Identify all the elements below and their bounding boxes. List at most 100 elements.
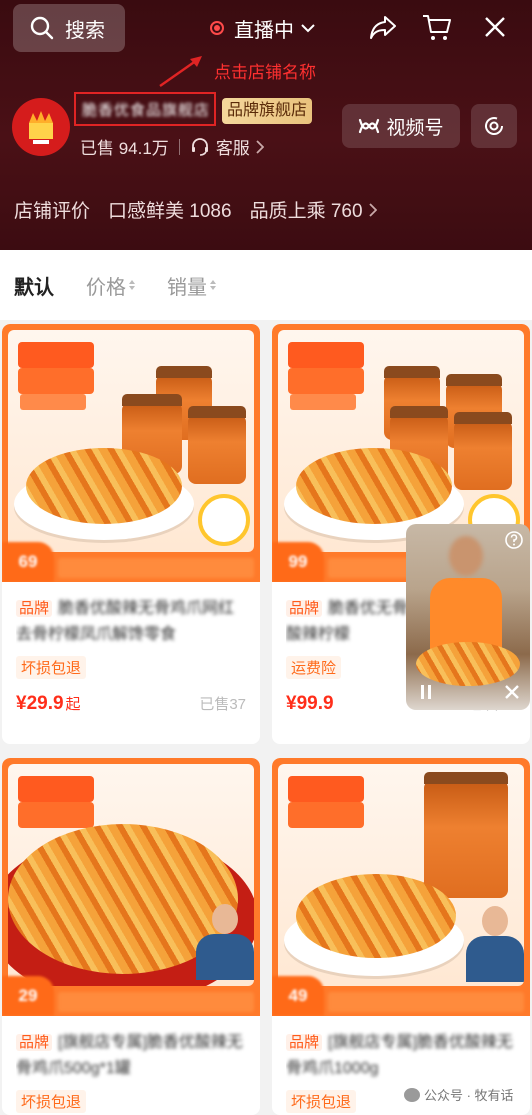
brand-tag: 品牌	[286, 600, 323, 617]
follow-icon	[485, 117, 503, 135]
product-price: ¥99.9	[286, 693, 336, 715]
shop-name-link[interactable]: 脆香优食品旗舰店	[74, 92, 216, 126]
live-status[interactable]: 直播中	[210, 12, 316, 44]
close-video-button[interactable]	[502, 682, 522, 702]
service-tag: 坏损包退	[16, 656, 87, 679]
cart-button[interactable]	[420, 10, 454, 44]
product-card[interactable]: 29 品牌 [旗舰店专属]脆香优酸辣无骨鸡爪500g*1罐 坏损包退	[2, 758, 260, 1115]
product-card[interactable]: 49 品牌 [旗舰店专属]脆香优酸辣无骨鸡爪1000g 坏损包退	[272, 758, 530, 1115]
jar-image	[188, 406, 246, 484]
promo-tag	[18, 802, 94, 828]
image-price-chip: 99	[272, 542, 324, 582]
search-label: 搜索	[65, 19, 105, 42]
product-title[interactable]: 品牌 [旗舰店专属]脆香优酸辣无骨鸡爪500g*1罐	[16, 1030, 246, 1082]
pause-button[interactable]	[416, 682, 436, 702]
image-banner	[328, 992, 524, 1012]
sort-default[interactable]: 默认	[14, 271, 54, 300]
image-banner	[58, 558, 254, 578]
price-suffix: 起	[65, 696, 81, 713]
promo-tag	[288, 342, 364, 368]
divider	[178, 138, 180, 155]
jar-image	[424, 772, 508, 898]
annotation-arrow-icon	[159, 56, 202, 87]
sort-price-label: 价格	[86, 276, 126, 299]
image-banner	[58, 992, 254, 1012]
image-bg	[278, 764, 524, 986]
shop-logo[interactable]	[12, 98, 70, 156]
product-info: 品牌 脆香优酸辣无骨鸡爪网红去骨柠檬凤爪解馋零食 坏损包退 ¥29.9 起 已售37	[2, 582, 260, 725]
video-channel-button[interactable]: 视频号	[342, 104, 460, 148]
image-price-chip: 69	[2, 542, 54, 582]
search-button[interactable]: 搜索	[13, 4, 125, 52]
promo-tag	[20, 394, 86, 410]
price-value: ¥29.9	[16, 693, 64, 714]
search-icon	[30, 16, 54, 40]
follow-button[interactable]	[471, 104, 517, 148]
product-image[interactable]: 49	[272, 758, 530, 1016]
brand-tag: 品牌	[16, 1034, 53, 1051]
floating-live-video[interactable]	[406, 524, 530, 710]
customer-service-link[interactable]: 客服	[190, 134, 264, 159]
live-dot-icon	[210, 21, 224, 35]
sort-arrows-icon	[210, 280, 216, 290]
cart-icon	[423, 15, 451, 40]
brand-tag: 品牌	[286, 1034, 323, 1051]
video-channel-label: 视频号	[386, 117, 444, 139]
help-icon[interactable]	[504, 530, 524, 550]
customer-service-label: 客服	[215, 139, 250, 158]
sort-sales[interactable]: 销量	[167, 271, 216, 300]
service-tag: 坏损包退	[16, 1090, 87, 1113]
price-row: ¥29.9 起 已售37	[16, 693, 246, 715]
sold-count: 已售 94.1万	[80, 139, 169, 158]
food-image	[296, 448, 452, 524]
annotation-text: 点击店铺名称	[214, 63, 316, 82]
close-icon	[505, 685, 519, 699]
watermark-text: 公众号 · 牧有话	[424, 1088, 514, 1103]
sort-sales-label: 销量	[167, 276, 207, 299]
product-info: 品牌 [旗舰店专属]脆香优酸辣无骨鸡爪500g*1罐 坏损包退	[2, 1016, 260, 1115]
rating-taste: 口感鲜美 1086	[108, 201, 232, 222]
service-tag: 运费险	[286, 656, 342, 679]
share-button[interactable]	[366, 10, 400, 44]
promo-tag	[288, 776, 364, 802]
sort-default-label: 默认	[14, 276, 54, 299]
service-tag: 坏损包退	[286, 1090, 357, 1113]
sold-count: 已售37	[199, 696, 246, 713]
chevron-right-icon	[256, 139, 264, 154]
share-icon	[370, 16, 396, 39]
logo-icon	[29, 111, 53, 144]
live-label: 直播中	[234, 19, 294, 42]
sort-price[interactable]: 价格	[86, 271, 135, 300]
shop-header: 搜索 直播中 点击店铺名称 脆香优食品旗舰店 品牌旗舰店 已售 94.1万 客服	[0, 0, 532, 250]
product-price: ¥29.9 起	[16, 693, 81, 715]
shop-rating[interactable]: 店铺评价 口感鲜美 1086 品质上乘 760	[14, 196, 377, 223]
product-image[interactable]: 29	[2, 758, 260, 1016]
shop-name: 脆香优食品旗舰店	[82, 102, 208, 119]
food-image	[416, 642, 520, 686]
flagship-badge: 品牌旗舰店	[222, 98, 313, 124]
shop-stats: 已售 94.1万 客服	[80, 134, 264, 159]
product-image[interactable]: 69	[2, 324, 260, 582]
promo-tag	[18, 368, 94, 394]
product-card[interactable]: 69 品牌 脆香优酸辣无骨鸡爪网红去骨柠檬凤爪解馋零食 坏损包退 ¥29.9 起 已…	[2, 324, 260, 744]
brand-tag: 品牌	[16, 600, 53, 617]
chevron-down-icon	[301, 24, 315, 33]
product-title[interactable]: 品牌 [旗舰店专属]脆香优酸辣无骨鸡爪1000g	[286, 1030, 516, 1082]
promo-tag	[288, 368, 364, 394]
video-channel-icon	[359, 118, 380, 134]
pause-icon	[421, 685, 431, 699]
image-bg	[8, 764, 254, 986]
product-title[interactable]: 品牌 脆香优酸辣无骨鸡爪网红去骨柠檬凤爪解馋零食	[16, 596, 246, 648]
close-button[interactable]	[478, 10, 512, 44]
promo-tag	[18, 776, 94, 802]
image-price-chip: 29	[2, 976, 54, 1016]
headset-icon	[191, 137, 208, 156]
sort-arrows-icon	[129, 280, 135, 290]
rating-quality: 品质上乘 760	[249, 201, 363, 222]
food-image	[296, 874, 456, 958]
person-image	[466, 906, 524, 982]
chevron-right-icon	[368, 202, 377, 217]
promo-tag	[18, 342, 94, 368]
close-icon	[485, 17, 505, 37]
host-image	[430, 536, 502, 658]
